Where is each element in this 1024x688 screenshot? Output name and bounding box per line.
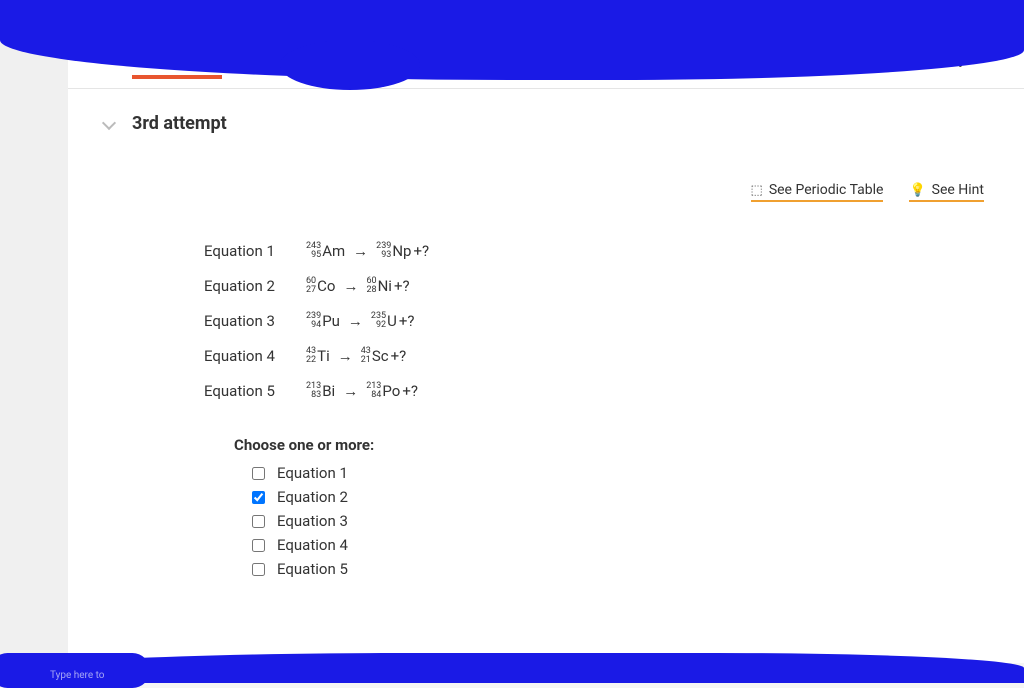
lightbulb-icon: 💡 xyxy=(909,183,925,198)
nuclide: 23592U xyxy=(371,312,397,331)
element-symbol: Np xyxy=(392,242,411,260)
equation-row: Equation 124395Am → 23993Np+? xyxy=(204,242,988,261)
element-symbol: Co xyxy=(317,277,335,295)
periodic-table-label: See Periodic Table xyxy=(769,182,884,198)
atomic-number: 92 xyxy=(376,321,386,330)
nuclide-scripts: 23994 xyxy=(306,312,321,331)
choice-checkbox[interactable] xyxy=(252,539,265,552)
atomic-number: 93 xyxy=(381,251,391,260)
see-hint-link[interactable]: 💡 See Hint xyxy=(909,182,984,202)
nuclide-scripts: 23592 xyxy=(371,312,386,331)
atomic-number: 94 xyxy=(311,321,321,330)
atomic-number: 27 xyxy=(306,286,316,295)
see-hint-label: See Hint xyxy=(932,182,984,198)
choice-label: Equation 4 xyxy=(277,536,348,554)
nuclide-scripts: 24395 xyxy=(306,242,321,261)
question-card: Select the incomplete nuclear equation b… xyxy=(68,30,1024,663)
nuclide-scripts: 6027 xyxy=(306,277,316,296)
nuclide-scripts: 23993 xyxy=(376,242,391,261)
periodic-table-link[interactable]: ⬚ See Periodic Table xyxy=(751,182,884,202)
equation-tail: +? xyxy=(394,277,410,295)
nuclide-scripts: 21384 xyxy=(366,382,381,401)
equation-row: Equation 44322Ti → 4321Sc+? xyxy=(204,347,988,366)
equation-row: Equation 26027Co → 6028Ni+? xyxy=(204,277,988,296)
attempt-section: 3rd attempt ⬚ See Periodic Table 💡 See H… xyxy=(68,89,1024,604)
arrow-icon: → xyxy=(338,347,353,365)
equation-label: Equation 4 xyxy=(204,347,304,365)
attempt-header[interactable]: 3rd attempt xyxy=(104,89,988,142)
atomic-number: 21 xyxy=(361,356,371,365)
equation-label: Equation 1 xyxy=(204,242,304,260)
atomic-number: 84 xyxy=(371,391,381,400)
choice-row[interactable]: Equation 4 xyxy=(234,536,988,554)
nuclide: 4322Ti xyxy=(306,347,330,366)
equations-list: Equation 124395Am→23993Np+?Equation 2602… xyxy=(104,212,988,426)
equation-tail: +? xyxy=(402,382,418,400)
nuclide-scripts: 4322 xyxy=(306,347,316,366)
nuclide: 21384Po xyxy=(366,382,400,401)
choice-row[interactable]: Equation 1 xyxy=(234,464,988,482)
choices-block: Choose one or more: Equation 1 Equation 2… xyxy=(104,426,988,578)
choice-checkbox[interactable] xyxy=(252,491,265,504)
choices-list: Equation 1 Equation 2 Equation 3 Equation 4… xyxy=(234,464,988,578)
nuclide-scripts: 6028 xyxy=(366,277,376,296)
element-symbol: Pu xyxy=(322,312,340,330)
element-symbol: Bi xyxy=(322,382,335,400)
choice-row[interactable]: Equation 5 xyxy=(234,560,988,578)
equation-label: Equation 2 xyxy=(204,277,304,295)
atomic-number: 83 xyxy=(311,391,321,400)
arrow-icon: → xyxy=(353,242,368,260)
redaction-bottom xyxy=(0,653,1024,683)
table-icon: ⬚ xyxy=(751,183,763,198)
equation-label: Equation 3 xyxy=(204,312,304,330)
page-gutter xyxy=(0,30,68,663)
choice-checkbox[interactable] xyxy=(252,467,265,480)
choice-checkbox[interactable] xyxy=(252,515,265,528)
nuclide: 23993Np xyxy=(376,242,411,261)
attempt-title: 3rd attempt xyxy=(132,113,227,134)
atomic-number: 28 xyxy=(366,286,376,295)
equation-tail: +? xyxy=(391,347,407,365)
atomic-number: 22 xyxy=(306,356,316,365)
element-symbol: Ni xyxy=(378,277,392,295)
arrow-icon: → xyxy=(343,277,358,295)
choice-label: Equation 2 xyxy=(277,488,348,506)
element-symbol: Sc xyxy=(372,347,389,365)
atomic-number: 95 xyxy=(311,251,321,260)
nuclide: 6027Co xyxy=(306,277,335,296)
nuclide: 21383Bi xyxy=(306,382,335,401)
choice-label: Equation 3 xyxy=(277,512,348,530)
taskbar-text: Type here to xyxy=(50,670,105,681)
nuclide-scripts: 4321 xyxy=(361,347,371,366)
arrow-icon: → xyxy=(343,382,358,400)
chevron-down-icon xyxy=(102,115,116,129)
choice-label: Equation 5 xyxy=(277,560,348,578)
tools-row: ⬚ See Periodic Table 💡 See Hint xyxy=(104,142,988,212)
equation-row: Equation 323994Pu → 23592U+? xyxy=(204,312,988,331)
equation-row: Equation 521383Bi → 21384Po+? xyxy=(204,382,988,401)
choice-label: Equation 1 xyxy=(277,464,348,482)
nuclide: 24395Am xyxy=(306,242,345,261)
element-symbol: Ti xyxy=(317,347,330,365)
choice-checkbox[interactable] xyxy=(252,563,265,576)
element-symbol: Am xyxy=(322,242,345,260)
choice-row[interactable]: Equation 2 xyxy=(234,488,988,506)
choices-title: Choose one or more: xyxy=(234,436,988,454)
element-symbol: U xyxy=(387,312,397,330)
nuclide: 23994Pu xyxy=(306,312,340,331)
nuclide: 4321Sc xyxy=(361,347,389,366)
nuclide: 6028Ni xyxy=(366,277,391,296)
nuclide-scripts: 21383 xyxy=(306,382,321,401)
equation-tail: +? xyxy=(399,312,415,330)
equation-tail: +? xyxy=(413,242,429,260)
equation-label: Equation 5 xyxy=(204,382,304,400)
choice-row[interactable]: Equation 3 xyxy=(234,512,988,530)
element-symbol: Po xyxy=(382,382,400,400)
arrow-icon: → xyxy=(348,312,363,330)
attempt-label-text: 3rd attempt xyxy=(132,113,227,134)
redaction-top xyxy=(0,0,1024,80)
